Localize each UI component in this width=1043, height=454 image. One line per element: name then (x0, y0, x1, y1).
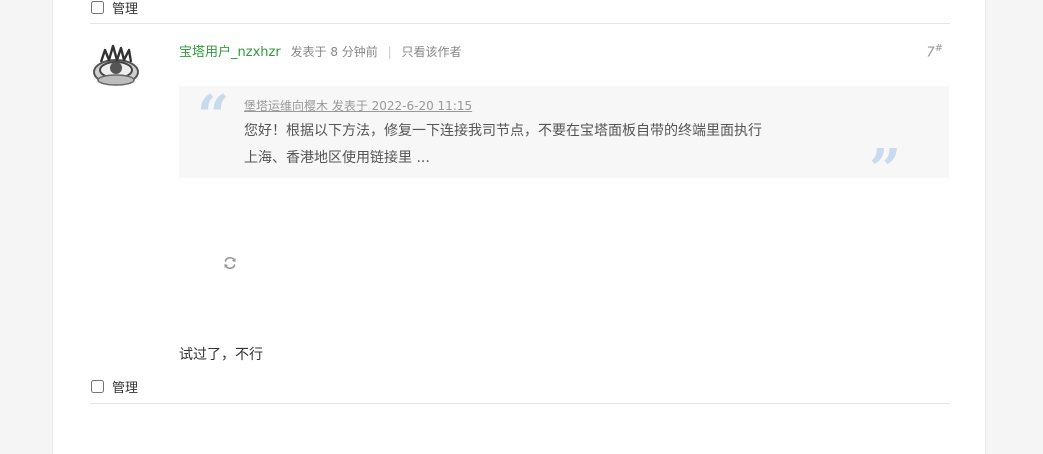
post-meta: 宝塔用户_nzxhzr 发表于 8 分钟前 | 只看该作者 (179, 41, 461, 60)
posted-time: 发表于 8 分钟前 (290, 45, 378, 59)
manage-checkbox[interactable] (91, 380, 104, 393)
reply-content: 试过了，不行 (179, 347, 263, 363)
manage-label: 管理 (112, 381, 139, 396)
floor-number-value: 7 (926, 45, 935, 61)
quote-header-link[interactable]: 堡塔运维向樱木 发表于 2022-6-20 11:15 (244, 97, 472, 114)
floor-mark: # (934, 43, 943, 54)
manage-checkbox-row-top[interactable]: 管理 (91, 0, 138, 17)
author-link[interactable]: 宝塔用户_nzxhzr (179, 45, 281, 60)
quote-open-icon: “ (197, 83, 230, 149)
refresh-icon (224, 256, 236, 270)
manage-label: 管理 (112, 2, 139, 17)
manage-checkbox[interactable] (91, 1, 104, 14)
meta-separator: | (387, 45, 392, 59)
quote-close-icon: ” (869, 137, 902, 203)
post-divider (90, 23, 950, 24)
post-divider (90, 403, 950, 404)
only-author-link[interactable]: 只看该作者 (401, 45, 461, 59)
thread-page: 管理 宝塔用户_nzxhzr 发表于 8 分钟前 | 只看该作者 7# “ 堡塔… (52, 0, 986, 454)
manage-checkbox-row-bottom[interactable]: 管理 (91, 377, 138, 396)
quote-line-1: 您好！根据以下方法，修复一下连接我司节点，不要在宝塔面板自带的终端里面执行 (244, 123, 762, 139)
avatar[interactable] (91, 40, 141, 90)
floor-number[interactable]: 7# (926, 43, 943, 60)
quote-block: “ 堡塔运维向樱木 发表于 2022-6-20 11:15 您好！根据以下方法，… (179, 83, 949, 198)
quote-line-2: 上海、香港地区使用链接里 ... (244, 150, 430, 166)
